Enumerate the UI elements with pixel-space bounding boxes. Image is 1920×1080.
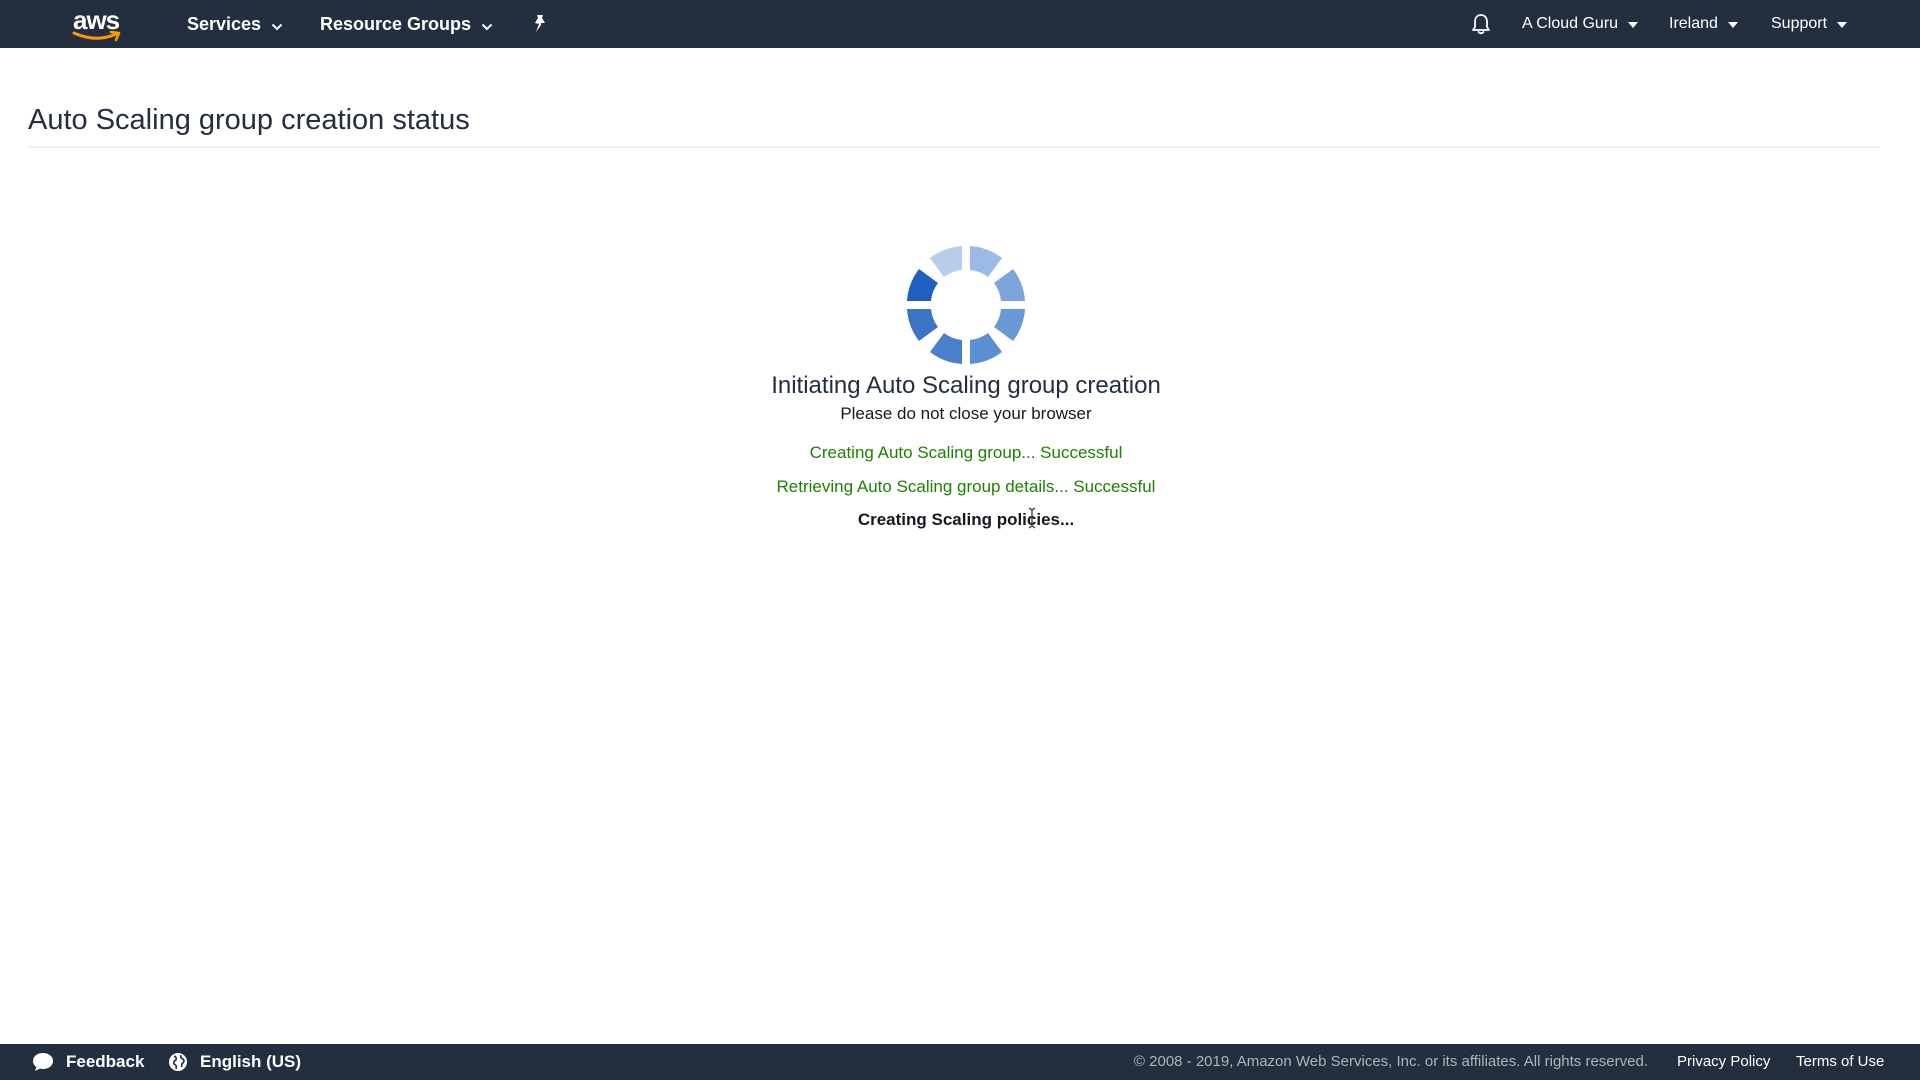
spinner-segment [907, 309, 938, 341]
language-label: English (US) [200, 1052, 302, 1071]
feedback-button[interactable]: Feedback [32, 1044, 144, 1080]
terms-of-use-link[interactable]: Terms of Use [1796, 1044, 1884, 1080]
spinner-segment [907, 269, 938, 301]
spinner-segments [907, 246, 1025, 364]
caret-down-icon [1628, 0, 1639, 48]
top-navigation-bar: aws Services Resource Groups A Cloud Gur… [0, 0, 1920, 48]
page-title: Auto Scaling group creation status [28, 104, 470, 136]
region-menu-label: Ireland [1669, 15, 1718, 33]
language-selector[interactable]: English (US) [168, 1044, 301, 1080]
status-step-success: Retrieving Auto Scaling group details...… [776, 477, 1156, 496]
support-menu[interactable]: Support [1771, 0, 1848, 48]
text-cursor-icon [1028, 507, 1036, 529]
feedback-label: Feedback [66, 1052, 145, 1071]
support-menu-label: Support [1771, 15, 1828, 33]
chevron-down-icon [481, 1, 493, 49]
spinner-segment [970, 246, 1002, 277]
resource-groups-menu-label: Resource Groups [320, 14, 472, 34]
privacy-policy-link[interactable]: Privacy Policy [1677, 1044, 1770, 1080]
spinner-segment [930, 246, 962, 277]
spinner-segment [994, 309, 1025, 341]
spinner-segment [930, 333, 962, 364]
aws-logo[interactable]: aws [70, 6, 126, 42]
chevron-down-icon [271, 1, 283, 49]
services-menu[interactable]: Services [187, 0, 283, 48]
status-step-in-progress: Creating Scaling policies... [857, 510, 1075, 529]
speech-bubble-icon [33, 1053, 53, 1071]
spinner-segment [970, 333, 1002, 364]
account-menu-label: A Cloud Guru [1522, 15, 1619, 33]
status-subheading: Please do not close your browser [840, 404, 1092, 423]
loading-spinner-icon [907, 246, 1025, 364]
copyright-text: © 2008 - 2019, Amazon Web Services, Inc.… [1133, 1053, 1648, 1070]
footer-bar: Feedback English (US) © 2008 - 2019, Ama… [0, 1044, 1920, 1080]
globe-icon [169, 1053, 187, 1071]
pin-icon[interactable] [528, 12, 552, 36]
resource-groups-menu[interactable]: Resource Groups [320, 0, 493, 48]
aws-smile-icon [72, 30, 121, 42]
account-menu[interactable]: A Cloud Guru [1522, 0, 1639, 48]
status-step-success: Creating Auto Scaling group... Successfu… [809, 443, 1123, 462]
caret-down-icon [1837, 0, 1848, 48]
bell-icon[interactable] [1469, 12, 1493, 36]
title-divider [28, 146, 1880, 148]
services-menu-label: Services [187, 14, 262, 34]
spinner-segment [994, 269, 1025, 301]
caret-down-icon [1727, 0, 1738, 48]
status-heading: Initiating Auto Scaling group creation [771, 372, 1161, 399]
region-menu[interactable]: Ireland [1669, 0, 1738, 48]
